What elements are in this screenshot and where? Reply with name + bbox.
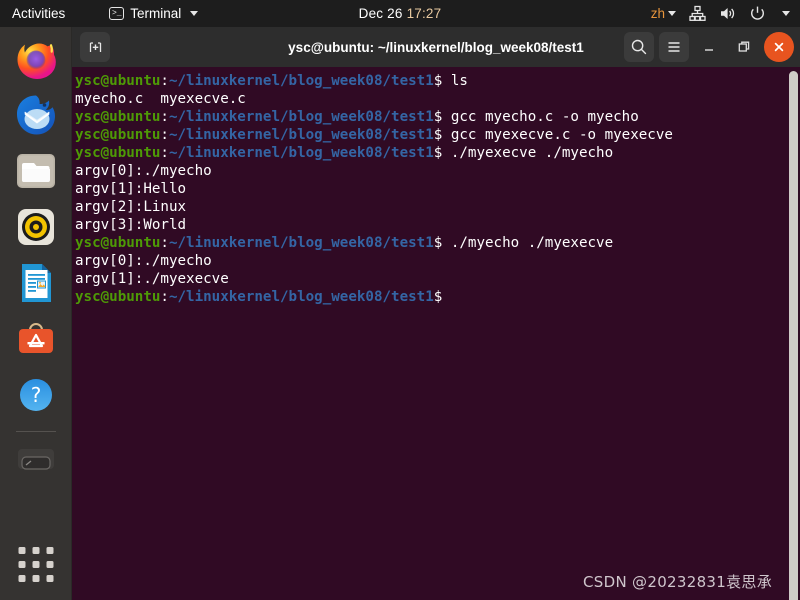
top-bar: Activities >_ Terminal Dec 26 17:27 zh bbox=[0, 0, 800, 27]
files-icon bbox=[16, 154, 55, 188]
show-applications-button[interactable] bbox=[18, 547, 53, 582]
help-icon: ? bbox=[19, 379, 52, 411]
hamburger-menu-icon bbox=[668, 42, 680, 52]
scrollbar-thumb[interactable] bbox=[789, 71, 798, 600]
window-titlebar: ysc@ubuntu: ~/linuxkernel/blog_week08/te… bbox=[72, 27, 800, 67]
activities-label: Activities bbox=[12, 6, 66, 21]
app-menu-label: Terminal bbox=[130, 6, 182, 21]
svg-text:?: ? bbox=[30, 383, 41, 407]
minimize-button[interactable] bbox=[694, 32, 724, 62]
dock: ? bbox=[0, 27, 72, 600]
terminal-body[interactable]: ysc@ubuntu:~/linuxkernel/blog_week08/tes… bbox=[72, 67, 800, 600]
rhythmbox-icon bbox=[17, 209, 54, 245]
app-menu-terminal[interactable]: >_ Terminal bbox=[103, 0, 204, 27]
clock-button[interactable]: Dec 26 17:27 bbox=[300, 6, 500, 21]
terminal-icon: >_ bbox=[109, 7, 125, 20]
dock-item-rhythmbox[interactable] bbox=[12, 203, 60, 251]
dock-separator bbox=[15, 431, 56, 432]
chevron-down-icon bbox=[668, 11, 676, 16]
minimize-icon bbox=[705, 49, 713, 51]
close-icon bbox=[774, 42, 784, 52]
chevron-down-icon[interactable] bbox=[782, 11, 790, 16]
input-method-label: zh bbox=[650, 6, 665, 21]
system-status-area[interactable]: zh bbox=[651, 0, 790, 27]
clock-date: Dec 26 bbox=[358, 6, 403, 21]
new-tab-icon bbox=[89, 41, 101, 52]
terminal-output: ysc@ubuntu:~/linuxkernel/blog_week08/tes… bbox=[75, 73, 673, 305]
dock-item-help[interactable]: ? bbox=[12, 371, 60, 419]
firefox-icon bbox=[17, 43, 56, 79]
libreoffice-writer-icon bbox=[21, 264, 51, 302]
dock-item-thunderbird[interactable] bbox=[12, 91, 60, 139]
dock-item-trash[interactable] bbox=[12, 440, 60, 488]
power-icon[interactable] bbox=[749, 5, 766, 22]
chevron-down-icon bbox=[190, 11, 199, 16]
maximize-button[interactable] bbox=[729, 32, 759, 62]
input-method-indicator[interactable]: zh bbox=[651, 6, 676, 21]
dock-item-firefox[interactable] bbox=[12, 35, 60, 83]
volume-icon[interactable] bbox=[719, 5, 736, 22]
activities-button[interactable]: Activities bbox=[0, 0, 75, 27]
search-icon bbox=[631, 39, 647, 55]
trash-icon bbox=[17, 449, 54, 470]
maximize-icon bbox=[738, 41, 750, 52]
dock-item-files[interactable] bbox=[12, 147, 60, 195]
close-button[interactable] bbox=[764, 32, 794, 62]
hamburger-menu-button[interactable] bbox=[659, 32, 689, 62]
terminal-window: ysc@ubuntu: ~/linuxkernel/blog_week08/te… bbox=[72, 27, 800, 600]
network-icon[interactable] bbox=[689, 5, 706, 22]
search-button[interactable] bbox=[624, 32, 654, 62]
terminal-scrollbar[interactable] bbox=[789, 71, 798, 600]
clock-time: 17:27 bbox=[406, 6, 442, 21]
new-tab-button[interactable] bbox=[80, 32, 110, 62]
dock-item-ubuntu-software[interactable] bbox=[12, 315, 60, 363]
dock-item-libreoffice-writer[interactable] bbox=[12, 259, 60, 307]
thunderbird-icon bbox=[16, 95, 55, 135]
watermark: CSDN @20232831袁思承 bbox=[583, 573, 772, 591]
ubuntu-software-icon bbox=[18, 323, 53, 353]
